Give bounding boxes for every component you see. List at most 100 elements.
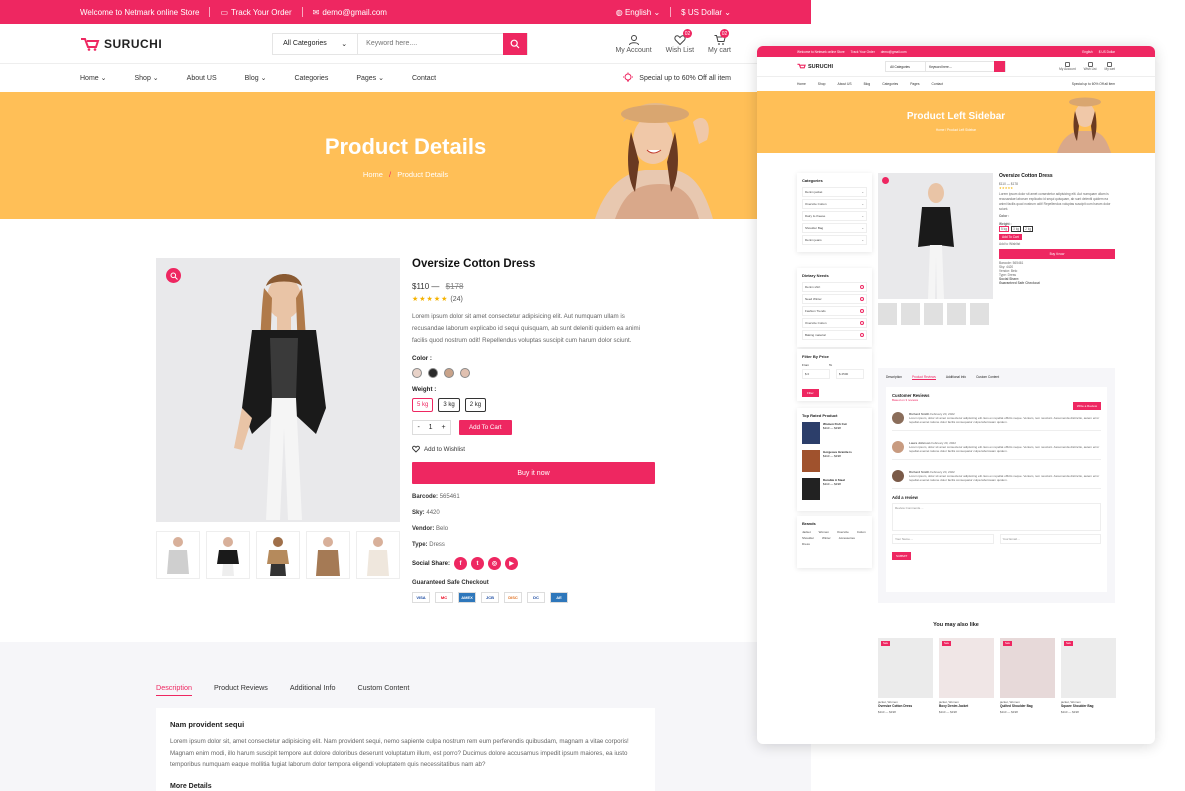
nav-item-shop[interactable]: Shop ⌄ [135, 74, 159, 82]
mini-thumbnail[interactable] [901, 303, 920, 325]
mini-thumbnail[interactable] [970, 303, 989, 325]
mini-category-select[interactable]: All Categories [886, 62, 927, 71]
mini-email[interactable]: demo@gmail.com [881, 50, 907, 54]
mini-logo[interactable]: SURUCHI [797, 63, 833, 70]
buy-now-button[interactable]: Buy it now [412, 462, 655, 484]
thumbnail[interactable] [306, 531, 350, 579]
nav-item-blog[interactable]: Blog ⌄ [245, 74, 267, 82]
mini-dietary-item[interactable]: Denim shirt [802, 282, 867, 292]
product-main-image[interactable] [156, 258, 400, 522]
mini-thumbnail[interactable] [878, 303, 897, 325]
color-swatch[interactable] [428, 368, 438, 378]
mini-dietary-item[interactable]: Need Winter [802, 294, 867, 304]
mini-nav-item[interactable]: Shop [818, 82, 826, 86]
mini-nav-item[interactable]: Home [797, 82, 806, 86]
mini-brand-tag[interactable]: Jacket [802, 530, 811, 534]
nav-item-categories[interactable]: Categories [294, 75, 328, 82]
mini-zoom-button[interactable] [882, 177, 889, 184]
mini-top-item[interactable]: Durable A Steel $110 — $198 [802, 478, 867, 500]
tab-product-reviews[interactable]: Product Reviews [214, 683, 268, 696]
mini-nav-item[interactable]: About US [838, 82, 852, 86]
color-swatch[interactable] [460, 368, 470, 378]
mini-currency[interactable]: $ US Dollar [1099, 50, 1115, 54]
mini-email-input[interactable]: Your Email.... [999, 534, 1101, 544]
mini-submit-button[interactable]: SUBMIT [892, 552, 912, 560]
mini-nav-item[interactable]: Pages [910, 82, 919, 86]
mini-product-card[interactable]: Sale jacket, Women Quilted Shoulder Bag $11… [1000, 638, 1055, 714]
weight-option[interactable]: 5 kg [412, 398, 434, 412]
mini-tab-additional-info[interactable]: Additional Info [946, 375, 966, 380]
mini-search-input[interactable]: Keyword here.... [926, 65, 994, 69]
weight-option[interactable]: 3 kg [438, 398, 460, 412]
mini-account-button[interactable]: My Account [1059, 62, 1076, 71]
mini-category-item[interactable]: Dairy & cheese ⌄ [802, 211, 867, 221]
search-button[interactable] [503, 32, 528, 55]
add-to-cart-button[interactable]: Add To Cart [459, 420, 512, 435]
mini-buy-now-button[interactable]: Buy it now [999, 249, 1115, 259]
mini-min-price-input[interactable]: $ 0 [802, 369, 830, 379]
minus-icon[interactable]: - [417, 424, 419, 431]
cart-button[interactable]: 02 My cart [708, 29, 731, 54]
zoom-button[interactable] [166, 268, 181, 283]
mini-brand-tag[interactable]: Cotton [857, 530, 866, 534]
mini-top-item[interactable]: Women Fish Cut $110 — $198 [802, 422, 867, 444]
mini-max-price-input[interactable]: $ 2500 [836, 369, 864, 379]
mini-thumbnail[interactable] [924, 303, 943, 325]
tab-additional-info[interactable]: Additional Info [290, 683, 336, 696]
mini-product-card[interactable]: Sale jacket, Women Oversize Cotton Dress $1… [878, 638, 933, 714]
quantity-value[interactable]: 1 [429, 424, 433, 431]
mini-add-to-cart-button[interactable]: Add To Cart [999, 234, 1022, 240]
mini-brand-tag[interactable]: Dress [802, 542, 810, 546]
color-swatch[interactable] [444, 368, 454, 378]
breadcrumb-home[interactable]: Home [363, 170, 383, 179]
mini-brand-tag[interactable]: Winter [822, 536, 831, 540]
nav-item-pages[interactable]: Pages ⌄ [356, 74, 384, 82]
youtube-icon[interactable]: ▶ [505, 557, 519, 570]
mini-category-item[interactable]: Shoulder Bag ⌄ [802, 223, 867, 233]
logo[interactable]: SURUCHI [80, 37, 162, 51]
facebook-icon[interactable]: f [454, 557, 468, 570]
nav-item-home[interactable]: Home ⌄ [80, 74, 107, 82]
mini-dietary-item[interactable]: Oversize Cotton [802, 318, 867, 328]
mini-nav-item[interactable]: Contact [932, 82, 943, 86]
mini-filter-button[interactable]: Filter [802, 389, 819, 397]
thumbnail[interactable] [206, 531, 250, 579]
mini-tab-custom-content[interactable]: Custom Content [976, 375, 999, 380]
mini-dietary-item[interactable]: Fashion Trends [802, 306, 867, 316]
mini-dietary-item[interactable]: Baking material [802, 330, 867, 340]
mini-brand-tag[interactable]: Shoulder [802, 536, 814, 540]
mini-weight-option[interactable]: 5 kg [999, 226, 1010, 232]
mini-review-textarea[interactable]: Review Comments.... [892, 503, 1101, 531]
mini-brand-tag[interactable]: Oversize [837, 530, 849, 534]
category-select[interactable]: All Categories ⌄ [273, 33, 359, 54]
add-to-wishlist-link[interactable]: Add to Wishlist [412, 445, 655, 453]
currency-select[interactable]: $ US Dollar ⌄ [681, 8, 731, 17]
mini-write-review-button[interactable]: Write a Review [1072, 402, 1101, 410]
mini-nav-item[interactable]: Categories [882, 82, 898, 86]
language-select[interactable]: ◍ English ⌄ [616, 8, 660, 17]
plus-icon[interactable]: + [441, 424, 445, 431]
mini-wishlist-button[interactable]: Wish List [1084, 62, 1097, 71]
nav-item-contact[interactable]: Contact [412, 75, 436, 82]
thumbnail[interactable] [156, 531, 200, 579]
thumbnail[interactable] [356, 531, 400, 579]
email-link[interactable]: ✉ demo@gmail.com [313, 8, 387, 17]
mini-weight-option[interactable]: 3 kg [1011, 226, 1022, 232]
mini-product-card[interactable]: Sale jacket, Women Boxy Denim Jacket $110 —… [939, 638, 994, 714]
mini-name-input[interactable]: Your Name.... [892, 534, 994, 544]
mini-product-card[interactable]: Sale jacket, Women Square Shoulder Bag $110… [1061, 638, 1116, 714]
mini-category-item[interactable]: Denim jeans ⌄ [802, 235, 867, 245]
mini-product-image[interactable] [878, 173, 993, 299]
mini-nav-item[interactable]: Blog [864, 82, 871, 86]
wishlist-button[interactable]: 02 Wish List [666, 29, 694, 54]
mini-brand-tag[interactable]: Accessories [839, 536, 855, 540]
color-swatch[interactable] [412, 368, 422, 378]
twitter-icon[interactable]: t [471, 557, 485, 570]
mini-weight-option[interactable]: 2 kg [1023, 226, 1034, 232]
mini-category-item[interactable]: Denim jacket ⌄ [802, 187, 867, 197]
mini-top-item[interactable]: Gorgeous Granite is $110 — $198 [802, 450, 867, 472]
weight-option[interactable]: 2 kg [464, 398, 487, 412]
thumbnail[interactable] [256, 531, 300, 579]
mini-lang[interactable]: English [1082, 50, 1092, 54]
tab-custom-content[interactable]: Custom Content [357, 683, 409, 696]
